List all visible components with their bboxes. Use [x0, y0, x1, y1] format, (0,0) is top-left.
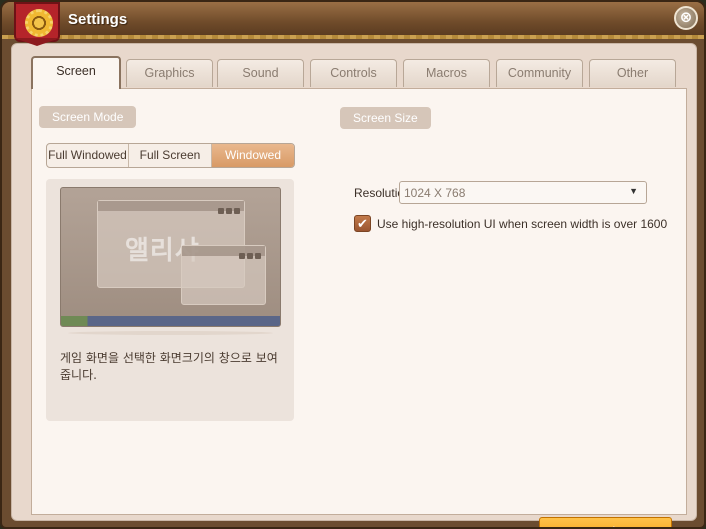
settings-badge: [14, 2, 60, 42]
chevron-down-icon: ▼: [629, 186, 638, 196]
apply-button[interactable]: Apply: [539, 517, 672, 527]
tab-controls[interactable]: Controls: [310, 59, 397, 87]
tab-bar: Screen Graphics Sound Controls Macros Co…: [31, 56, 693, 89]
full-screen-option[interactable]: Full Screen: [129, 144, 212, 167]
check-icon: ✔: [357, 216, 368, 231]
mode-description: 게임 화면을 선택한 화면크기의 창으로 보여줍니다.: [60, 351, 278, 382]
screen-mode-heading: Screen Mode: [39, 106, 137, 128]
preview-taskbar: [61, 316, 280, 326]
tab-graphics[interactable]: Graphics: [126, 59, 213, 87]
tab-sound[interactable]: Sound: [217, 59, 304, 87]
tab-macros[interactable]: Macros: [403, 59, 490, 87]
windowed-option[interactable]: Windowed: [212, 144, 294, 167]
screen-tab-content: Screen Mode Full Windowed Full Screen Wi…: [31, 88, 687, 527]
gear-icon: [25, 9, 53, 37]
close-icon[interactable]: ⊗: [674, 6, 698, 30]
hires-ui-checkbox[interactable]: ✔: [354, 215, 371, 232]
title-bar-trim: [2, 35, 704, 39]
tab-community[interactable]: Community: [496, 59, 583, 87]
settings-panel: Screen Graphics Sound Controls Macros Co…: [11, 43, 697, 527]
mode-preview-box: 앨리샤 게임 화면을 선택한 화면크기의 창으로 보여줍니다.: [46, 179, 294, 421]
resolution-dropdown[interactable]: 1024 X 768 ▼: [399, 181, 647, 204]
screen-mode-selector: Full Windowed Full Screen Windowed: [46, 143, 295, 168]
tab-screen[interactable]: Screen: [31, 56, 121, 89]
preview-window-front: [181, 245, 266, 305]
window-title: Settings: [68, 11, 128, 28]
full-windowed-option[interactable]: Full Windowed: [47, 144, 129, 167]
hires-ui-label[interactable]: Use high-resolution UI when screen width…: [377, 217, 667, 231]
settings-window: Settings ⊗ Screen Graphics Sound Control…: [0, 0, 706, 529]
resolution-value: 1024 X 768: [404, 186, 466, 200]
tab-other[interactable]: Other: [589, 59, 676, 87]
screen-size-heading: Screen Size: [340, 107, 431, 129]
mode-preview-image: 앨리샤: [60, 187, 281, 327]
title-bar[interactable]: Settings: [2, 2, 704, 39]
badge-ribbon: [14, 38, 60, 46]
